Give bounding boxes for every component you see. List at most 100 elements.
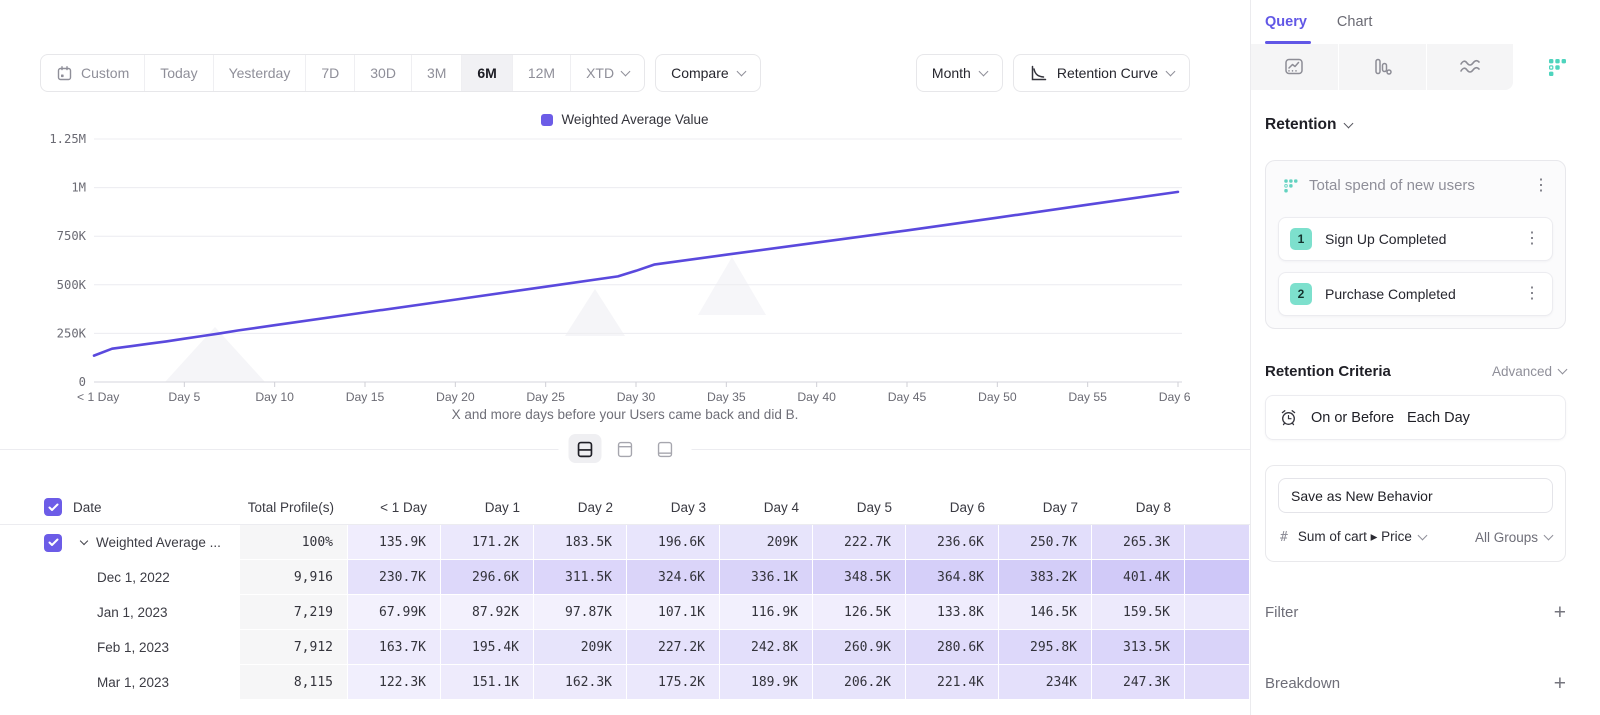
value-cell[interactable]: 222.7K <box>813 525 906 560</box>
value-cell[interactable]: 133.8K <box>906 595 999 630</box>
value-cell[interactable]: 295.8K <box>999 630 1092 665</box>
value-cell[interactable]: 67.99K <box>348 595 441 630</box>
value-cell[interactable]: 311.5K <box>534 560 627 595</box>
range-3m[interactable]: 3M <box>412 55 462 91</box>
column-header-day-1[interactable]: Day 1 <box>441 490 534 524</box>
row-label[interactable]: Weighted Average ... <box>68 525 240 560</box>
value-cell[interactable]: 383.2K <box>999 560 1092 595</box>
value-cell[interactable]: 146.5K <box>999 595 1092 630</box>
value-cell[interactable]: 265.3K <box>1092 525 1185 560</box>
retention-curve-icon <box>1029 64 1048 83</box>
value-cell[interactable]: 175.2K <box>627 665 720 700</box>
value-cell[interactable]: 87.92K <box>441 595 534 630</box>
chart-canvas[interactable]: 0250K500K750K1M1.25M< 1 DayDay 5Day 10Da… <box>30 129 1190 407</box>
range-12m[interactable]: 12M <box>513 55 571 91</box>
value-cell[interactable]: 189.9K <box>720 665 813 700</box>
value-cell[interactable]: 296.6K <box>441 560 534 595</box>
compare-button[interactable]: Compare <box>655 54 761 92</box>
column-header-day-7[interactable]: Day 7 <box>999 490 1092 524</box>
range-yesterday[interactable]: Yesterday <box>214 55 307 91</box>
value-cell[interactable]: 242.8K <box>720 630 813 665</box>
column-header-day-3[interactable]: Day 3 <box>627 490 720 524</box>
value-cell[interactable]: 221.4K <box>906 665 999 700</box>
report-section-heading[interactable]: Retention <box>1265 116 1566 134</box>
value-cell[interactable]: 324.6K <box>627 560 720 595</box>
value-cell[interactable]: 236.6K <box>906 525 999 560</box>
add-breakdown-button[interactable]: + <box>1554 673 1566 694</box>
timing-operator[interactable]: On or Before <box>1311 410 1394 426</box>
select-all-checkbox[interactable] <box>44 498 62 516</box>
funnels-icon[interactable] <box>1339 44 1427 90</box>
range-today[interactable]: Today <box>145 55 213 91</box>
range-7d[interactable]: 7D <box>306 55 355 91</box>
save-as-new-behavior-button[interactable]: Save as New Behavior <box>1278 478 1553 513</box>
value-cell[interactable]: 126.5K <box>813 595 906 630</box>
flows-icon[interactable] <box>1427 44 1514 90</box>
value-cell[interactable]: 313.5K <box>1092 630 1185 665</box>
column-header-day-8[interactable]: Day 8 <box>1092 490 1185 524</box>
timing-frequency[interactable]: Each Day <box>1407 410 1470 426</box>
retention-line-chart[interactable]: 0250K500K750K1M1.25M< 1 DayDay 5Day 10Da… <box>30 129 1190 407</box>
column-header-total-profile-s-[interactable]: Total Profile(s) <box>240 490 348 524</box>
value-cell[interactable]: 250.7K <box>999 525 1092 560</box>
behavior-menu-button[interactable]: ⋮ <box>1531 178 1551 194</box>
tab-chart[interactable]: Chart <box>1337 0 1372 44</box>
chevron-down-icon[interactable] <box>80 537 88 545</box>
value-cell[interactable]: 247.3K <box>1092 665 1185 700</box>
range-30d[interactable]: 30D <box>355 55 412 91</box>
retention-icon[interactable] <box>1513 44 1600 90</box>
value-cell[interactable]: 336.1K <box>720 560 813 595</box>
row-checkbox[interactable] <box>44 534 62 552</box>
behavior-step-1[interactable]: 1 Sign Up Completed ⋮ <box>1278 217 1553 261</box>
criteria-mode-dropdown[interactable]: Advanced <box>1492 364 1566 379</box>
value-cell[interactable]: 107.1K <box>627 595 720 630</box>
column-header-day-5[interactable]: Day 5 <box>813 490 906 524</box>
value-cell[interactable]: 260.9K <box>813 630 906 665</box>
chart-type-dropdown[interactable]: Retention Curve <box>1013 54 1190 92</box>
value-cell[interactable]: 230.7K <box>348 560 441 595</box>
value-cell[interactable]: 206.2K <box>813 665 906 700</box>
range-custom[interactable]: Custom <box>41 55 145 91</box>
value-cell[interactable]: 122.3K <box>348 665 441 700</box>
value-cell[interactable]: 162.3K <box>534 665 627 700</box>
chart-only-view-toggle[interactable] <box>609 434 642 463</box>
column-header-day-2[interactable]: Day 2 <box>534 490 627 524</box>
value-cell[interactable]: 163.7K <box>348 630 441 665</box>
granularity-dropdown[interactable]: Month <box>916 54 1003 92</box>
value-cell[interactable]: 234K <box>999 665 1092 700</box>
column-header-day-6[interactable]: Day 6 <box>906 490 999 524</box>
value-cell[interactable]: 227.2K <box>627 630 720 665</box>
value-cell[interactable]: 135.9K <box>348 525 441 560</box>
step-menu-button[interactable]: ⋮ <box>1522 231 1542 247</box>
retention-curve-line[interactable] <box>94 192 1178 356</box>
value-cell[interactable]: 116.9K <box>720 595 813 630</box>
column-header--1-day[interactable]: < 1 Day <box>348 490 441 524</box>
value-cell[interactable]: 209K <box>534 630 627 665</box>
retention-timing-control[interactable]: On or Before Each Day <box>1265 395 1566 440</box>
value-cell[interactable]: 196.6K <box>627 525 720 560</box>
table-only-view-toggle[interactable] <box>649 434 682 463</box>
step-menu-button[interactable]: ⋮ <box>1522 286 1542 302</box>
value-cell[interactable]: 159.5K <box>1092 595 1185 630</box>
value-cell[interactable]: 97.87K <box>534 595 627 630</box>
add-filter-button[interactable]: + <box>1554 602 1566 623</box>
groups-dropdown[interactable]: All Groups <box>1475 530 1552 545</box>
value-cell[interactable]: 209K <box>720 525 813 560</box>
behavior-step-2[interactable]: 2 Purchase Completed ⋮ <box>1278 272 1553 316</box>
value-cell[interactable]: 280.6K <box>906 630 999 665</box>
split-view-toggle[interactable] <box>569 434 602 463</box>
value-cell[interactable]: 151.1K <box>441 665 534 700</box>
column-header-date[interactable]: Date <box>68 490 240 524</box>
column-header-day-4[interactable]: Day 4 <box>720 490 813 524</box>
range-xtd[interactable]: XTD <box>571 55 644 91</box>
insights-icon[interactable] <box>1251 44 1339 90</box>
value-cell[interactable]: 183.5K <box>534 525 627 560</box>
value-cell[interactable]: 401.4K <box>1092 560 1185 595</box>
value-cell[interactable]: 348.5K <box>813 560 906 595</box>
value-cell[interactable]: 171.2K <box>441 525 534 560</box>
value-cell[interactable]: 364.8K <box>906 560 999 595</box>
measured-property-dropdown[interactable]: Sum of cart ▸ Price <box>1298 529 1426 545</box>
tab-query[interactable]: Query <box>1265 0 1307 44</box>
value-cell[interactable]: 195.4K <box>441 630 534 665</box>
range-6m[interactable]: 6M <box>462 55 512 91</box>
